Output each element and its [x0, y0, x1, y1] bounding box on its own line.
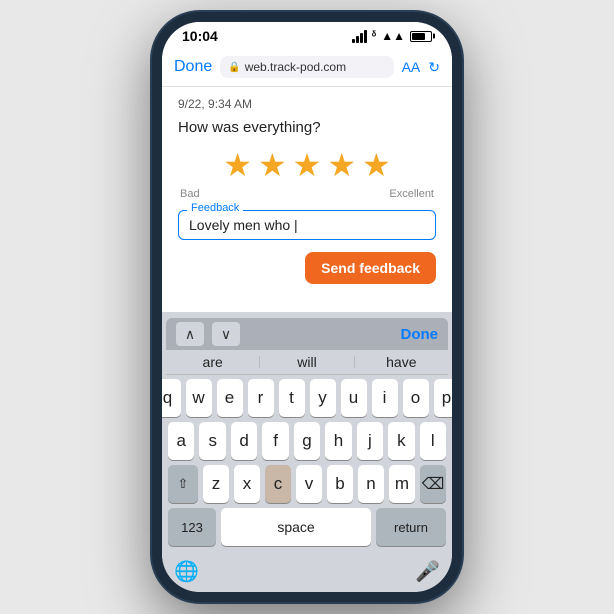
space-key[interactable]: space: [221, 508, 371, 546]
key-row-3: ⇧ z x c v b n m ⌫: [168, 465, 446, 503]
battery-icon: [410, 31, 432, 42]
datetime: 9/22, 9:34 AM: [178, 97, 436, 111]
key-q[interactable]: q: [162, 379, 181, 417]
stars-row[interactable]: ★ ★ ★ ★ ★: [178, 146, 436, 184]
key-v[interactable]: v: [296, 465, 322, 503]
key-l[interactable]: l: [420, 422, 446, 460]
key-g[interactable]: g: [294, 422, 320, 460]
lock-icon: 🔒: [228, 62, 240, 73]
down-arrow-button[interactable]: ∨: [212, 322, 240, 346]
status-icons: ᵟ ▲▲: [352, 29, 432, 43]
microphone-icon[interactable]: 🎤: [415, 559, 440, 584]
keyboard-area: ∧ ∨ Done are will have q: [162, 312, 452, 592]
refresh-button[interactable]: ↻: [428, 59, 440, 76]
done-button[interactable]: Done: [174, 58, 212, 76]
key-r[interactable]: r: [248, 379, 274, 417]
up-arrow-icon: ∧: [185, 326, 195, 343]
numbers-key[interactable]: 123: [168, 508, 216, 546]
key-z[interactable]: z: [203, 465, 229, 503]
url-text: web.track-pod.com: [245, 60, 346, 74]
page-content: 9/22, 9:34 AM How was everything? ★ ★ ★ …: [162, 87, 452, 312]
key-m[interactable]: m: [389, 465, 415, 503]
key-e[interactable]: e: [217, 379, 243, 417]
aa-button[interactable]: AA: [402, 59, 421, 75]
star-5[interactable]: ★: [362, 146, 391, 184]
key-b[interactable]: b: [327, 465, 353, 503]
keyboard-arrows: ∧ ∨: [176, 322, 240, 346]
keyboard-toolbar: ∧ ∨ Done: [166, 318, 448, 350]
down-arrow-icon: ∨: [221, 326, 231, 343]
status-time: 10:04: [182, 28, 218, 44]
wifi-icon: ▲▲: [381, 29, 405, 43]
url-bar[interactable]: 🔒 web.track-pod.com: [220, 56, 393, 78]
key-j[interactable]: j: [357, 422, 383, 460]
content-area: 9/22, 9:34 AM How was everything? ★ ★ ★ …: [162, 87, 452, 306]
shift-key[interactable]: ⇧: [168, 465, 198, 503]
wifi-icon: ᵟ: [372, 30, 377, 42]
key-o[interactable]: o: [403, 379, 429, 417]
star-2[interactable]: ★: [258, 146, 287, 184]
key-i[interactable]: i: [372, 379, 398, 417]
delete-key[interactable]: ⌫: [420, 465, 446, 503]
autocomplete-row: are will have: [166, 350, 448, 375]
key-c[interactable]: c: [265, 465, 291, 503]
key-row-2: a s d f g h j k l: [168, 422, 446, 460]
question-text: How was everything?: [178, 119, 436, 136]
screen: 10:04 ᵟ ▲▲ Done 🔒 web.track-pod.c: [162, 22, 452, 592]
autocomplete-will[interactable]: will: [260, 354, 353, 370]
key-row-bottom: 123 space return: [168, 508, 446, 546]
key-k[interactable]: k: [388, 422, 414, 460]
feedback-label: Feedback: [187, 202, 243, 214]
star-1[interactable]: ★: [223, 146, 252, 184]
star-4[interactable]: ★: [327, 146, 356, 184]
autocomplete-have[interactable]: have: [355, 354, 448, 370]
key-t[interactable]: t: [279, 379, 305, 417]
browser-bar: Done 🔒 web.track-pod.com AA ↻: [162, 48, 452, 87]
autocomplete-are[interactable]: are: [166, 354, 259, 370]
key-f[interactable]: f: [262, 422, 288, 460]
keyboard-rows: q w e r t y u i o p a s d f g: [166, 375, 448, 555]
return-key[interactable]: return: [376, 508, 446, 546]
key-x[interactable]: x: [234, 465, 260, 503]
send-button-row: Send feedback: [178, 252, 436, 284]
keyboard-bottom-bar: 🌐 🎤: [166, 555, 448, 592]
key-u[interactable]: u: [341, 379, 367, 417]
feedback-input[interactable]: Lovely men who |: [189, 217, 425, 233]
phone-frame: 10:04 ᵟ ▲▲ Done 🔒 web.track-pod.c: [152, 12, 462, 602]
key-s[interactable]: s: [199, 422, 225, 460]
key-h[interactable]: h: [325, 422, 351, 460]
key-y[interactable]: y: [310, 379, 336, 417]
keyboard-done-button[interactable]: Done: [401, 326, 439, 343]
signal-icon: [352, 30, 367, 43]
send-feedback-button[interactable]: Send feedback: [305, 252, 436, 284]
key-d[interactable]: d: [231, 422, 257, 460]
key-row-1: q w e r t y u i o p: [168, 379, 446, 417]
star-labels: Bad Excellent: [178, 188, 436, 200]
key-p[interactable]: p: [434, 379, 453, 417]
key-w[interactable]: w: [186, 379, 212, 417]
key-a[interactable]: a: [168, 422, 194, 460]
feedback-container[interactable]: Feedback Lovely men who |: [178, 210, 436, 240]
star-label-excellent: Excellent: [389, 188, 434, 200]
globe-icon[interactable]: 🌐: [174, 559, 199, 584]
key-n[interactable]: n: [358, 465, 384, 503]
status-bar: 10:04 ᵟ ▲▲: [162, 22, 452, 48]
star-label-bad: Bad: [180, 188, 200, 200]
star-3[interactable]: ★: [293, 146, 322, 184]
up-arrow-button[interactable]: ∧: [176, 322, 204, 346]
